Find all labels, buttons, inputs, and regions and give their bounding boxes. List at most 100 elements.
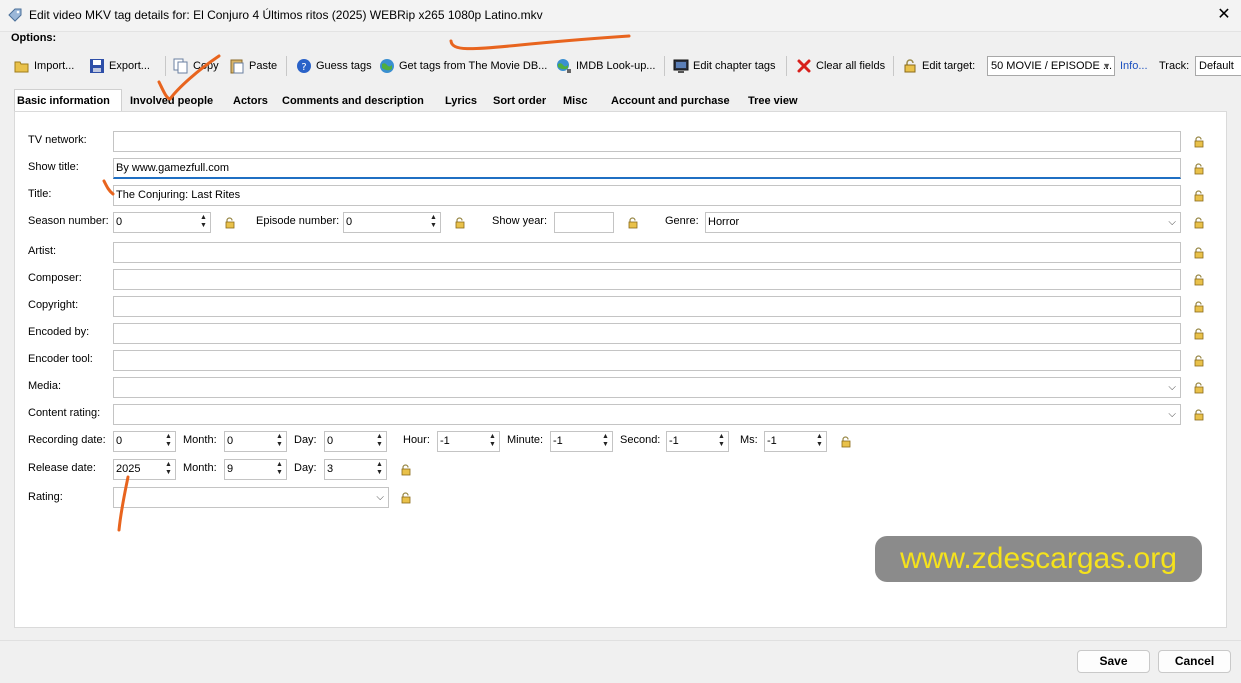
lock-icon[interactable] (1193, 217, 1205, 229)
lock-icon[interactable] (224, 217, 236, 229)
genre-label: Genre: (665, 215, 699, 227)
tab-account-and-purchase[interactable]: Account and purchase (609, 91, 732, 111)
chevron-down-icon: ▼ (1102, 61, 1111, 71)
imdb-button[interactable]: IMDB Look-up... (556, 57, 655, 75)
rating-dropdown[interactable]: ⌵ (113, 487, 389, 508)
spinner-arrows-icon[interactable]: ▲ ▼ (198, 214, 209, 231)
lock-icon[interactable] (1193, 190, 1205, 202)
season-number-stepper[interactable]: 0 ▲ ▼ (113, 212, 211, 233)
episode-number-value: 0 (346, 216, 353, 228)
title-input[interactable]: The Conjuring: Last Rites (113, 185, 1181, 206)
release-month-label: Month: (183, 462, 217, 474)
release-day-value: 3 (327, 463, 334, 475)
spinner-arrows-icon[interactable]: ▲ ▼ (374, 461, 385, 478)
import-button[interactable]: Import... (14, 57, 74, 75)
tab-sort-order[interactable]: Sort order (491, 91, 548, 111)
lock-icon[interactable] (1193, 163, 1205, 175)
lock-icon[interactable] (1193, 301, 1205, 313)
season-number-value: 0 (116, 216, 123, 228)
track-dropdown[interactable]: Default (1195, 56, 1241, 76)
tab-lyrics[interactable]: Lyrics (443, 91, 479, 111)
recording-minute-stepper[interactable]: -1 ▲ ▼ (550, 431, 613, 452)
composer-input[interactable] (113, 269, 1181, 290)
media-dropdown[interactable]: ⌵ (113, 377, 1181, 398)
save-button[interactable]: Save (1077, 650, 1150, 673)
recording-hour-value: -1 (440, 435, 450, 447)
recording-hour-stepper[interactable]: -1 ▲ ▼ (437, 431, 500, 452)
lock-icon[interactable] (1193, 136, 1205, 148)
lock-icon[interactable] (454, 217, 466, 229)
copyright-input[interactable] (113, 296, 1181, 317)
spinner-arrows-icon[interactable]: ▲ ▼ (374, 433, 385, 450)
tab-involved-people[interactable]: Involved people (128, 91, 215, 111)
edit-target-lock[interactable]: Edit target: (902, 57, 975, 75)
lock-icon[interactable] (1193, 382, 1205, 394)
edit-target-dropdown[interactable]: 50 MOVIE / EPISODE ... ▼ (987, 56, 1115, 76)
spinner-arrows-icon[interactable]: ▲ ▼ (487, 433, 498, 450)
folder-open-icon (14, 61, 29, 73)
spinner-arrows-icon[interactable]: ▲ ▼ (600, 433, 611, 450)
spinner-arrows-icon[interactable]: ▲ ▼ (428, 214, 439, 231)
tag-icon (8, 8, 22, 22)
artist-input[interactable] (113, 242, 1181, 263)
encoded-by-input[interactable] (113, 323, 1181, 344)
encoder-tool-input[interactable] (113, 350, 1181, 371)
lock-icon[interactable] (1193, 328, 1205, 340)
spinner-arrows-icon[interactable]: ▲ ▼ (163, 433, 174, 450)
lock-icon[interactable] (627, 217, 639, 229)
lock-icon[interactable] (840, 436, 852, 448)
lock-icon[interactable] (400, 464, 412, 476)
guess-tags-button[interactable]: ? Guess tags (296, 57, 372, 75)
edit-chapter-tags-button[interactable]: Edit chapter tags (673, 57, 776, 75)
chevron-down-icon: ⌵ (1168, 217, 1176, 228)
show-title-input[interactable]: By www.gamezfull.com (113, 158, 1181, 179)
tv-network-input[interactable] (113, 131, 1181, 152)
options-label: Options: (11, 32, 57, 44)
release-day-stepper[interactable]: 3 ▲ ▼ (324, 459, 387, 480)
cancel-button[interactable]: Cancel (1158, 650, 1231, 673)
recording-day-stepper[interactable]: 0 ▲ ▼ (324, 431, 387, 452)
lock-icon[interactable] (1193, 247, 1205, 259)
track-label-wrap: Track: (1159, 57, 1189, 75)
export-button[interactable]: Export... (89, 57, 150, 75)
clear-all-fields-button[interactable]: Clear all fields (796, 57, 885, 75)
content-rating-dropdown[interactable]: ⌵ (113, 404, 1181, 425)
episode-number-stepper[interactable]: 0 ▲ ▼ (343, 212, 441, 233)
copy-button[interactable]: Copy (173, 57, 219, 75)
spinner-arrows-icon[interactable]: ▲ ▼ (274, 433, 285, 450)
recording-date-label: Recording date: (28, 434, 106, 446)
chevron-down-icon: ⌵ (1168, 409, 1176, 420)
lock-icon[interactable] (1193, 355, 1205, 367)
spinner-arrows-icon[interactable]: ▲ ▼ (814, 433, 825, 450)
recording-year-stepper[interactable]: 0 ▲ ▼ (113, 431, 176, 452)
recording-year-value: 0 (116, 435, 123, 447)
tv-network-label: TV network: (28, 134, 87, 146)
spinner-arrows-icon[interactable]: ▲ ▼ (716, 433, 727, 450)
chevron-down-icon: ⌵ (1168, 382, 1176, 393)
spinner-arrows-icon[interactable]: ▲ ▼ (163, 461, 174, 478)
release-year-stepper[interactable]: 2025 ▲ ▼ (113, 459, 176, 480)
spinner-arrows-icon[interactable]: ▲ ▼ (274, 461, 285, 478)
tab-tree-view[interactable]: Tree view (746, 91, 800, 111)
paste-button[interactable]: Paste (229, 57, 277, 75)
tab-misc[interactable]: Misc (561, 91, 589, 111)
paste-icon (230, 59, 244, 74)
recording-month-stepper[interactable]: 0 ▲ ▼ (224, 431, 287, 452)
svg-text:?: ? (301, 62, 306, 73)
moviedb-button[interactable]: Get tags from The Movie DB... (379, 57, 547, 75)
info-link[interactable]: Info... (1120, 57, 1148, 75)
close-icon[interactable]: ✕ (1215, 4, 1233, 26)
genre-dropdown[interactable]: Horror ⌵ (705, 212, 1181, 233)
toolbar-separator (893, 56, 894, 76)
tab-comments-and-description[interactable]: Comments and description (280, 91, 426, 111)
tab-basic-information[interactable]: Basic information (14, 89, 122, 111)
lock-icon[interactable] (1193, 274, 1205, 286)
recording-month-value: 0 (227, 435, 234, 447)
recording-second-stepper[interactable]: -1 ▲ ▼ (666, 431, 729, 452)
recording-ms-stepper[interactable]: -1 ▲ ▼ (764, 431, 827, 452)
tab-actors[interactable]: Actors (231, 91, 270, 111)
show-year-input[interactable] (554, 212, 614, 233)
release-month-stepper[interactable]: 9 ▲ ▼ (224, 459, 287, 480)
lock-icon[interactable] (400, 492, 412, 504)
lock-icon[interactable] (1193, 409, 1205, 421)
